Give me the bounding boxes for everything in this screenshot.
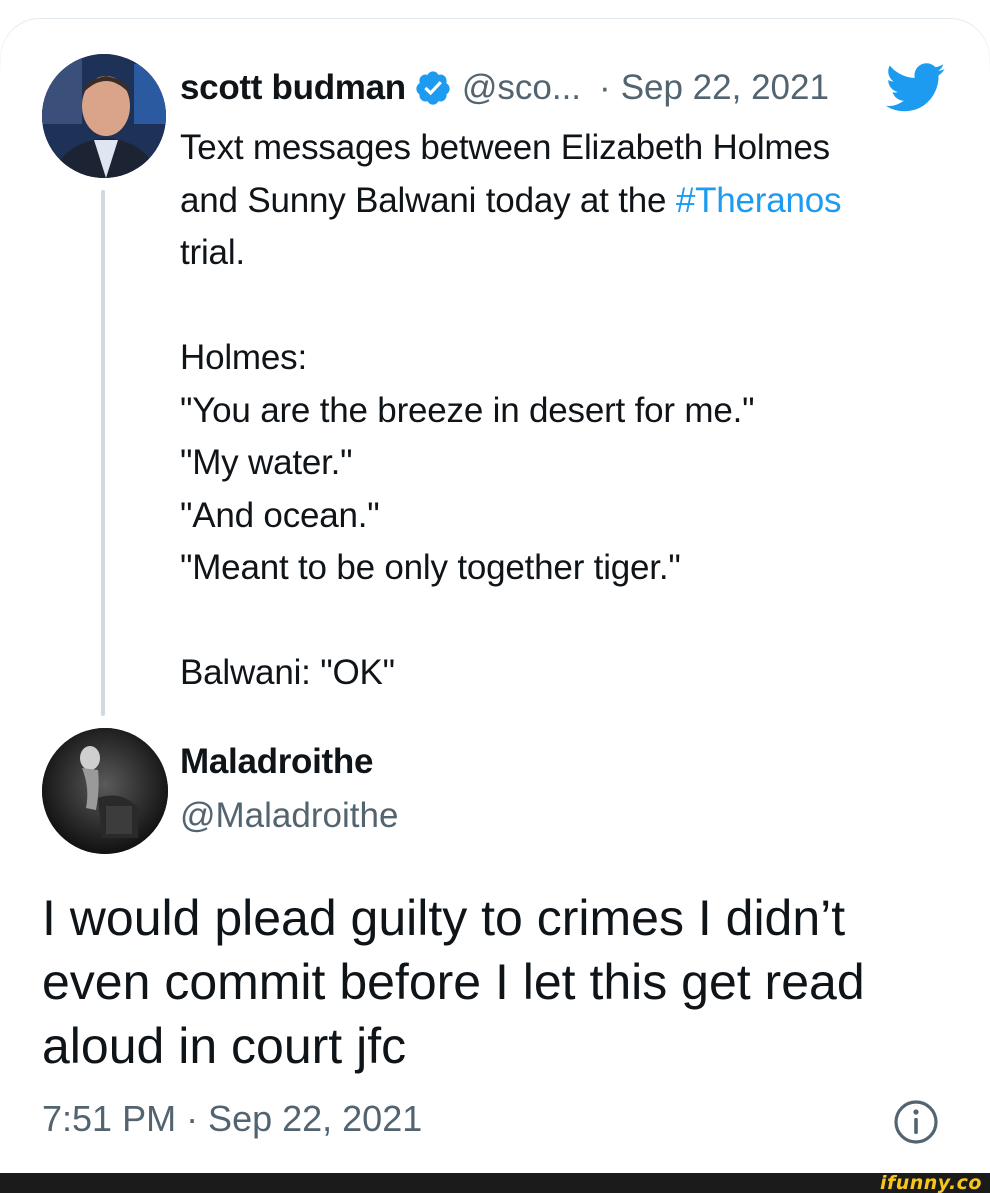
body-text: "My water." xyxy=(180,443,353,482)
separator-dot: · xyxy=(599,68,611,107)
quoted-body-line: Holmes: xyxy=(180,332,960,385)
twitter-bird-icon[interactable] xyxy=(886,63,946,113)
avatar-scott-budman[interactable] xyxy=(42,54,166,178)
quoted-body-line: and Sunny Balwani today at the #Theranos xyxy=(180,175,960,228)
body-text: Text messages between Elizabeth Holmes xyxy=(180,128,830,167)
quoted-body-line: "My water." xyxy=(180,437,960,490)
reply-line: aloud in court jfc xyxy=(42,1018,407,1074)
avatar-image xyxy=(42,54,166,178)
quoted-tweet-header: scott budman @sco... · Sep 22, 2021 xyxy=(180,64,829,112)
body-text: Balwani: "OK" xyxy=(180,653,395,692)
quoted-body-line: "Meant to be only together tiger." xyxy=(180,542,960,595)
body-text: "And ocean." xyxy=(180,495,380,535)
reply-author-handle[interactable]: @Maladroithe xyxy=(180,796,398,836)
body-text: and Sunny Balwani today at the xyxy=(180,180,676,220)
watermark-bar xyxy=(0,1173,990,1193)
reply-line: even commit before I let this get read xyxy=(42,954,865,1010)
ifunny-watermark: ifunny.co xyxy=(879,1172,982,1193)
quoted-body-line: "And ocean." xyxy=(180,490,960,543)
reply-timestamp[interactable]: 7:51 PM · Sep 22, 2021 xyxy=(42,1098,422,1140)
quoted-body-line: "You are the breeze in desert for me." xyxy=(180,385,960,438)
body-text: Holmes: xyxy=(180,338,307,377)
body-text: "Meant to be only together tiger." xyxy=(180,548,681,587)
body-text: trial. xyxy=(180,233,245,272)
quoted-tweet-body: Text messages between Elizabeth Holmes an… xyxy=(180,122,960,700)
avatar-maladroithe[interactable] xyxy=(42,728,168,854)
thread-connector-line xyxy=(101,190,105,716)
avatar-image xyxy=(42,728,168,854)
author-name[interactable]: scott budman xyxy=(180,68,406,108)
quoted-body-line: trial. xyxy=(180,227,960,280)
hashtag-link[interactable]: #Theranos xyxy=(676,181,842,220)
body-text: "You are the breeze in desert for me." xyxy=(180,390,755,430)
author-handle[interactable]: @sco... xyxy=(462,68,581,108)
quoted-body-line: Text messages between Elizabeth Holmes xyxy=(180,122,960,175)
reply-tweet-body: I would plead guilty to crimes I didn’t … xyxy=(42,886,962,1078)
tweet-date[interactable]: Sep 22, 2021 xyxy=(621,68,829,108)
tweet-screenshot: scott budman @sco... · Sep 22, 2021 Text… xyxy=(0,0,990,1193)
reply-line: I would plead guilty to crimes I didn’t xyxy=(42,890,846,946)
verified-badge-icon xyxy=(416,71,450,105)
reply-author-name[interactable]: Maladroithe xyxy=(180,742,373,782)
info-icon[interactable] xyxy=(891,1097,941,1147)
quoted-body-line: Balwani: "OK" xyxy=(180,647,960,700)
